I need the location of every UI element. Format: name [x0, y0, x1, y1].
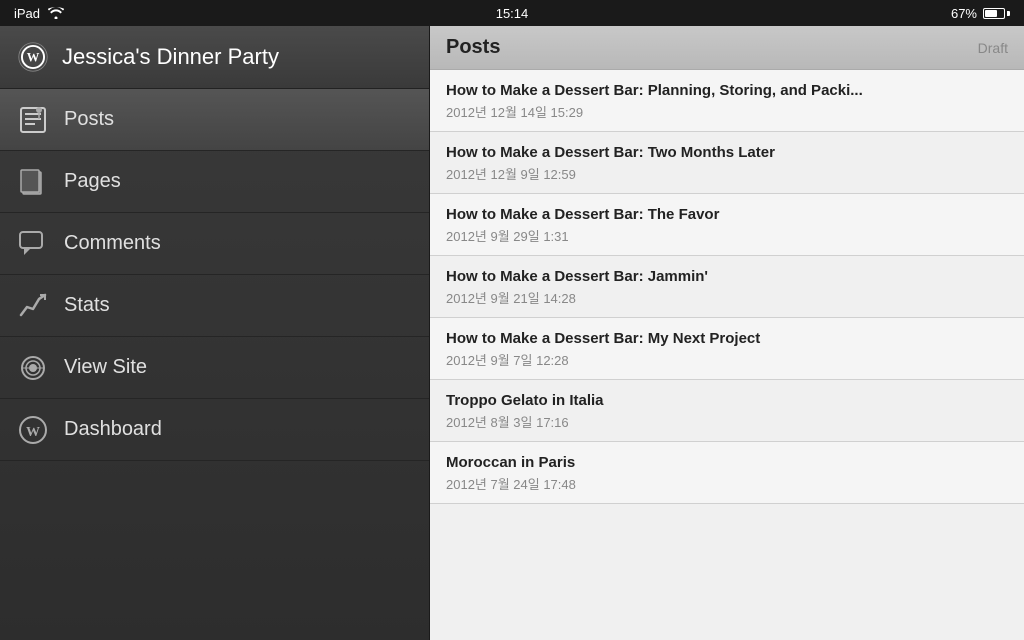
- sidebar-item-dashboard[interactable]: W Dashboard: [0, 399, 429, 461]
- post-item-6[interactable]: Moroccan in Paris 2012년 7월 24일 17:48: [430, 442, 1024, 504]
- sidebar-item-stats[interactable]: Stats: [0, 275, 429, 337]
- sidebar-item-dashboard-label: Dashboard: [64, 418, 162, 441]
- sidebar: W Jessica's Dinner Party Posts: [0, 26, 430, 640]
- battery-percent: 67%: [951, 6, 977, 21]
- sidebar-item-posts[interactable]: Posts: [0, 89, 429, 151]
- sidebar-item-stats-label: Stats: [64, 294, 110, 317]
- sidebar-item-comments-label: Comments: [64, 232, 161, 255]
- wp-logo-large: W: [18, 42, 48, 72]
- posts-list: How to Make a Dessert Bar: Planning, Sto…: [430, 70, 1024, 640]
- post-item-3[interactable]: How to Make a Dessert Bar: Jammin' 2012년…: [430, 256, 1024, 318]
- post-date-6: 2012년 7월 24일 17:48: [446, 474, 1008, 493]
- post-item-2[interactable]: How to Make a Dessert Bar: The Favor 201…: [430, 194, 1024, 256]
- comments-icon: [18, 229, 48, 259]
- sidebar-item-viewsite[interactable]: View Site: [0, 337, 429, 399]
- post-item-5[interactable]: Troppo Gelato in Italia 2012년 8월 3일 17:1…: [430, 380, 1024, 442]
- site-header[interactable]: W Jessica's Dinner Party: [0, 26, 429, 89]
- content-header: Posts Draft: [430, 26, 1024, 70]
- post-date-4: 2012년 9월 7일 12:28: [446, 350, 1008, 369]
- battery-icon: [983, 8, 1010, 19]
- sidebar-item-pages[interactable]: Pages: [0, 151, 429, 213]
- stats-icon: [18, 291, 48, 321]
- site-title: Jessica's Dinner Party: [62, 44, 279, 70]
- status-right: 67%: [951, 6, 1010, 21]
- post-title-1: How to Make a Dessert Bar: Two Months La…: [446, 144, 1008, 161]
- post-title-6: Moroccan in Paris: [446, 454, 1008, 471]
- post-item-0[interactable]: How to Make a Dessert Bar: Planning, Sto…: [430, 70, 1024, 132]
- content-area: Posts Draft How to Make a Dessert Bar: P…: [430, 26, 1024, 640]
- post-date-2: 2012년 9월 29일 1:31: [446, 226, 1008, 245]
- post-item-4[interactable]: How to Make a Dessert Bar: My Next Proje…: [430, 318, 1024, 380]
- post-item-1[interactable]: How to Make a Dessert Bar: Two Months La…: [430, 132, 1024, 194]
- status-left: iPad: [14, 6, 64, 21]
- svg-text:W: W: [26, 425, 40, 440]
- post-date-0: 2012년 12월 14일 15:29: [446, 102, 1008, 121]
- status-bar: iPad 15:14 67%: [0, 0, 1024, 26]
- post-title-2: How to Make a Dessert Bar: The Favor: [446, 206, 1008, 223]
- wifi-icon: [48, 7, 64, 19]
- sidebar-item-posts-label: Posts: [64, 108, 114, 131]
- svg-text:W: W: [27, 51, 40, 65]
- post-title-3: How to Make a Dessert Bar: Jammin': [446, 268, 1008, 285]
- draft-badge: Draft: [978, 40, 1008, 56]
- dashboard-wp-icon: W: [18, 415, 48, 445]
- status-time: 15:14: [496, 6, 529, 21]
- posts-icon: [18, 105, 48, 135]
- post-title-4: How to Make a Dessert Bar: My Next Proje…: [446, 330, 1008, 347]
- post-date-5: 2012년 8월 3일 17:16: [446, 412, 1008, 431]
- post-title-5: Troppo Gelato in Italia: [446, 392, 1008, 409]
- main-layout: W Jessica's Dinner Party Posts: [0, 26, 1024, 640]
- sidebar-item-viewsite-label: View Site: [64, 356, 147, 379]
- sidebar-item-comments[interactable]: Comments: [0, 213, 429, 275]
- pages-icon: [18, 167, 48, 197]
- post-date-1: 2012년 12월 9일 12:59: [446, 164, 1008, 183]
- sidebar-item-pages-label: Pages: [64, 170, 121, 193]
- post-title-0: How to Make a Dessert Bar: Planning, Sto…: [446, 82, 1008, 99]
- viewsite-icon: [18, 353, 48, 383]
- post-date-3: 2012년 9월 21일 14:28: [446, 288, 1008, 307]
- ipad-label: iPad: [14, 6, 40, 21]
- content-title: Posts: [446, 36, 500, 59]
